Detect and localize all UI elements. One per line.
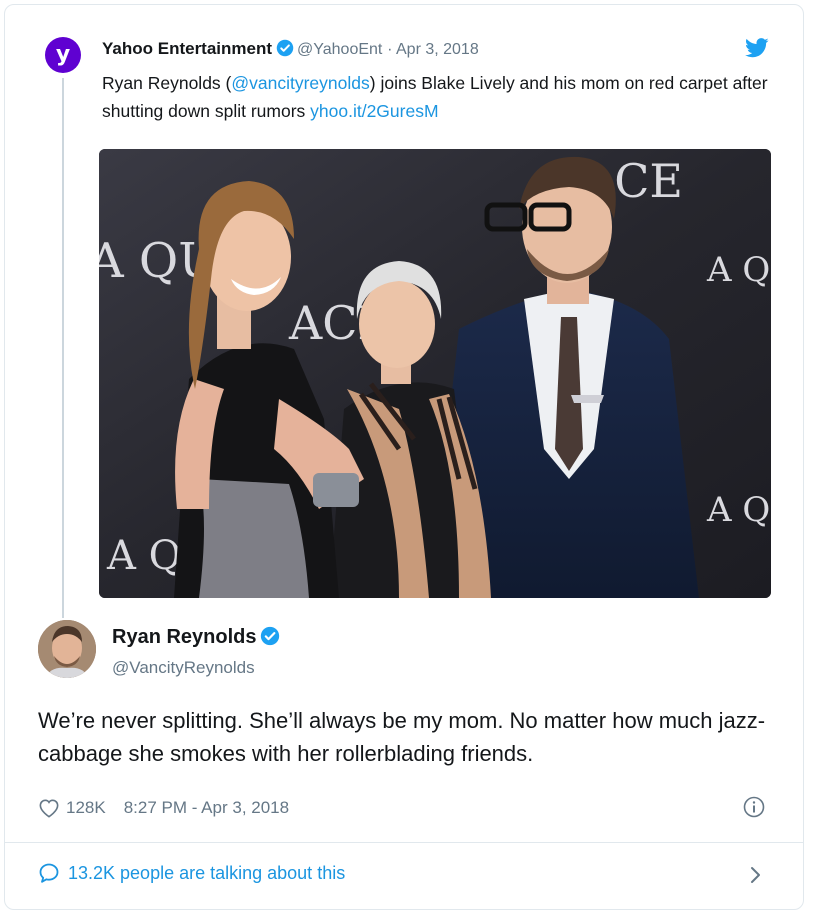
- quoted-text-part: Ryan Reynolds (: [102, 73, 232, 93]
- info-icon[interactable]: [743, 796, 765, 818]
- avatar-illustration: [38, 620, 96, 678]
- yahoo-avatar[interactable]: y: [45, 37, 81, 73]
- like-button[interactable]: 128K: [38, 798, 106, 818]
- quoted-handle[interactable]: @YahooEnt: [297, 41, 382, 58]
- ryan-avatar[interactable]: [38, 620, 96, 678]
- twitter-bird-icon[interactable]: [745, 38, 769, 58]
- quoted-tweet-text: Ryan Reynolds (@vancityreynolds) joins B…: [102, 69, 782, 125]
- main-handle[interactable]: @VancityReynolds: [112, 657, 255, 679]
- quoted-date[interactable]: · Apr 3, 2018: [387, 41, 479, 58]
- backdrop-text: A Q: [706, 250, 770, 290]
- tweet-timestamp[interactable]: 8:27 PM - Apr 3, 2018: [124, 798, 289, 818]
- main-author-name-text[interactable]: Ryan Reynolds: [112, 626, 256, 648]
- main-author-name: Ryan Reynolds: [112, 625, 283, 649]
- verified-badge-icon: [276, 39, 294, 57]
- article-link[interactable]: yhoo.it/2GuresM: [310, 101, 438, 121]
- backdrop-text: A QU: [706, 490, 771, 530]
- tweet-photo[interactable]: ACE A QU A Q ACE A QU A QU: [99, 149, 771, 598]
- speech-bubble-icon: [39, 863, 59, 883]
- red-carpet-photo-illustration: ACE A QU A Q ACE A QU A QU: [99, 149, 771, 598]
- verified-badge-icon: [261, 626, 280, 646]
- tweet-meta-row: 128K 8:27 PM - Apr 3, 2018: [38, 795, 289, 821]
- mention-link[interactable]: @vancityreynolds: [231, 73, 369, 93]
- yahoo-avatar-letter: y: [55, 42, 71, 67]
- heart-icon: [39, 799, 59, 818]
- main-tweet-text: We’re never splitting. She’ll always be …: [38, 708, 766, 766]
- thread-line: [62, 78, 64, 618]
- footer-divider: [4, 842, 804, 843]
- chevron-right-icon[interactable]: [748, 866, 762, 884]
- talking-label: 13.2K people are talking about this: [68, 862, 346, 883]
- quoted-tweet-header: Yahoo Entertainment @YahooEnt · Apr 3, 20…: [102, 38, 479, 61]
- talking-about-link[interactable]: 13.2K people are talking about this: [38, 862, 345, 884]
- like-count: 128K: [66, 798, 106, 817]
- quoted-author-name[interactable]: Yahoo Entertainment: [102, 39, 272, 58]
